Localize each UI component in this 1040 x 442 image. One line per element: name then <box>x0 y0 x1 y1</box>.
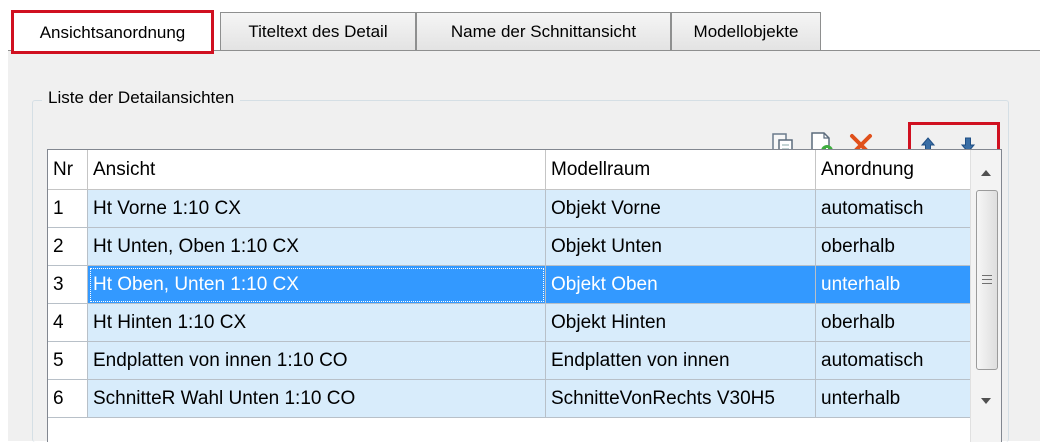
modellraum-cell[interactable]: Endplatten von innen <box>546 342 816 380</box>
ansicht-cell[interactable]: Endplatten von innen 1:10 CO <box>88 342 546 380</box>
modellraum-cell[interactable]: SchnitteVonRechts V30H5 <box>546 380 816 418</box>
row-number: 6 <box>48 380 88 418</box>
column-header-anordnung[interactable]: Anordnung <box>816 150 971 190</box>
tab-label: Ansichtsanordnung <box>39 23 186 42</box>
column-header-ansicht[interactable]: Ansicht <box>88 150 546 190</box>
anordnung-cell[interactable]: automatisch <box>816 342 971 380</box>
tab-label: Name der Schnittansicht <box>450 22 637 41</box>
scroll-up-arrow-icon[interactable] <box>981 164 991 182</box>
modellraum-cell[interactable]: Objekt Unten <box>546 228 816 266</box>
column-header-nr[interactable]: Nr <box>48 150 88 190</box>
row-number: 3 <box>48 266 88 304</box>
ansicht-cell[interactable]: Ht Oben, Unten 1:10 CX <box>88 266 546 304</box>
scroll-down-arrow-icon[interactable] <box>981 392 991 410</box>
group-title: Liste der Detailansichten <box>42 88 241 108</box>
tab-label: Titeltext des Detail <box>248 22 388 41</box>
anordnung-cell[interactable]: oberhalb <box>816 228 971 266</box>
vertical-scrollbar[interactable] <box>970 150 1001 442</box>
table-row[interactable]: 6 SchnitteR Wahl Unten 1:10 CO SchnitteV… <box>48 380 971 418</box>
anordnung-cell[interactable]: automatisch <box>816 190 971 228</box>
anordnung-cell[interactable]: unterhalb <box>816 380 971 418</box>
modellraum-cell[interactable]: Objekt Oben <box>546 266 816 304</box>
table-header-row: Nr Ansicht Modellraum Anordnung <box>48 150 971 190</box>
table-row-selected[interactable]: 3 Ht Oben, Unten 1:10 CX Objekt Oben unt… <box>48 266 971 304</box>
table-row[interactable]: 4 Ht Hinten 1:10 CX Objekt Hinten oberha… <box>48 304 971 342</box>
scrollbar-thumb[interactable] <box>976 190 998 370</box>
modellraum-cell[interactable]: Objekt Vorne <box>546 190 816 228</box>
row-number: 5 <box>48 342 88 380</box>
tab-ansichtsanordnung[interactable]: Ansichtsanordnung <box>11 10 214 54</box>
table-row[interactable]: 1 Ht Vorne 1:10 CX Objekt Vorne automati… <box>48 190 971 228</box>
anordnung-cell[interactable]: oberhalb <box>816 304 971 342</box>
tab-label: Modellobjekte <box>693 22 799 41</box>
detail-views-table[interactable]: Nr Ansicht Modellraum Anordnung 1 Ht Vor… <box>47 149 1002 442</box>
row-number: 4 <box>48 304 88 342</box>
ansicht-cell[interactable]: Ht Hinten 1:10 CX <box>88 304 546 342</box>
modellraum-cell[interactable]: Objekt Hinten <box>546 304 816 342</box>
tab-titeltext[interactable]: Titeltext des Detail <box>220 12 416 50</box>
tab-modellobjekte[interactable]: Modellobjekte <box>671 12 821 50</box>
ansicht-cell[interactable]: SchnitteR Wahl Unten 1:10 CO <box>88 380 546 418</box>
ansicht-cell[interactable]: Ht Unten, Oben 1:10 CX <box>88 228 546 266</box>
column-header-modellraum[interactable]: Modellraum <box>546 150 816 190</box>
row-number: 1 <box>48 190 88 228</box>
tab-schnittansicht[interactable]: Name der Schnittansicht <box>416 12 671 50</box>
ansicht-cell[interactable]: Ht Vorne 1:10 CX <box>88 190 546 228</box>
row-number: 2 <box>48 228 88 266</box>
table-row[interactable]: 5 Endplatten von innen 1:10 CO Endplatte… <box>48 342 971 380</box>
table-row[interactable]: 2 Ht Unten, Oben 1:10 CX Objekt Unten ob… <box>48 228 971 266</box>
anordnung-cell[interactable]: unterhalb <box>816 266 971 304</box>
